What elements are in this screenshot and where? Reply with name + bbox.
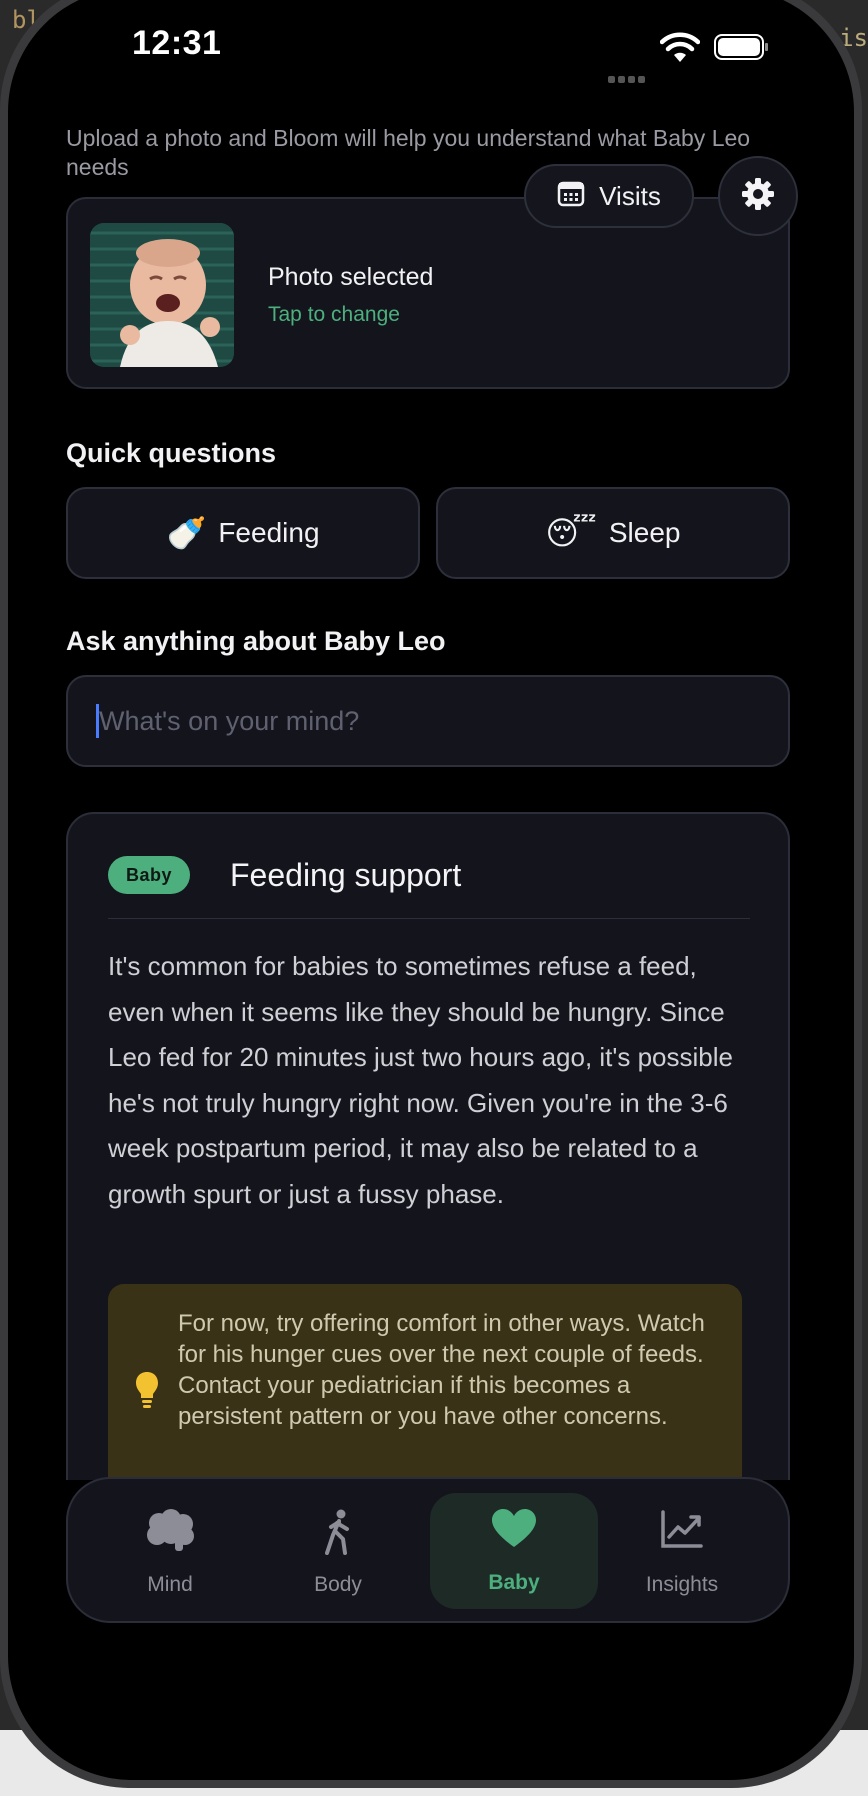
lightbulb-icon — [134, 1370, 160, 1415]
tab-label: Baby — [488, 1571, 540, 1594]
tab-baby[interactable]: Baby — [430, 1493, 598, 1609]
gear-icon — [740, 176, 776, 217]
ask-placeholder: What's on your mind? — [99, 705, 360, 736]
tab-insights[interactable]: Insights — [598, 1493, 766, 1609]
response-title: Feeding support — [230, 857, 462, 893]
quick-question-label: Feeding — [218, 517, 320, 548]
photo-upload-card[interactable]: Photo selected Tap to change — [66, 197, 790, 389]
status-bar: 12:31 — [8, 8, 854, 83]
photo-status-title: Photo selected — [268, 263, 434, 291]
visits-button[interactable]: Visits — [524, 164, 694, 228]
tab-body[interactable]: Body — [254, 1493, 422, 1609]
bottom-tab-bar: Mind Body Baby Insights — [66, 1477, 790, 1623]
quick-question-sleep[interactable]: 😴 Sleep — [436, 487, 790, 579]
tip-text: For now, try offering comfort in other w… — [178, 1310, 705, 1430]
response-card: Baby Feeding support It's common for bab… — [66, 812, 790, 1480]
sleeping-face-icon: 😴 — [545, 515, 597, 551]
response-body: It's common for babies to sometimes refu… — [108, 951, 733, 1209]
ask-heading: Ask anything about Baby Leo — [66, 626, 446, 656]
change-photo-link[interactable]: Tap to change — [268, 303, 400, 327]
visits-label: Visits — [599, 180, 661, 211]
walking-person-icon — [254, 1509, 422, 1557]
baby-bottle-icon: 🍼 — [166, 515, 207, 551]
quick-question-feeding[interactable]: 🍼 Feeding — [66, 487, 420, 579]
phone-screen: Upload a photo and Bloom will help you u… — [8, 0, 854, 1780]
brain-icon — [86, 1509, 254, 1557]
phone-frame: Upload a photo and Bloom will help you u… — [0, 0, 862, 1788]
settings-button[interactable] — [718, 156, 798, 236]
tab-label: Body — [314, 1573, 362, 1596]
tab-label: Insights — [645, 1573, 719, 1596]
ask-input-field[interactable]: What's on your mind? — [66, 675, 790, 767]
tab-mind[interactable]: Mind — [86, 1493, 254, 1609]
divider — [108, 918, 750, 919]
scroll-content[interactable]: Upload a photo and Bloom will help you u… — [8, 0, 854, 1480]
quick-question-label: Sleep — [608, 517, 681, 548]
quick-questions-heading: Quick questions — [66, 438, 277, 468]
tip-callout: For now, try offering comfort in other w… — [108, 1284, 742, 1480]
battery-icon — [714, 34, 768, 60]
heart-icon — [430, 1509, 598, 1557]
trend-chart-icon — [598, 1509, 766, 1557]
cellular-signal-icon — [608, 70, 652, 83]
baby-photo-thumbnail[interactable] — [90, 223, 234, 367]
status-time: 12:31 — [132, 24, 222, 62]
wifi-icon — [659, 32, 701, 64]
calendar-icon — [557, 179, 585, 214]
category-badge: Baby — [108, 856, 191, 894]
tab-label: Mind — [147, 1573, 193, 1596]
